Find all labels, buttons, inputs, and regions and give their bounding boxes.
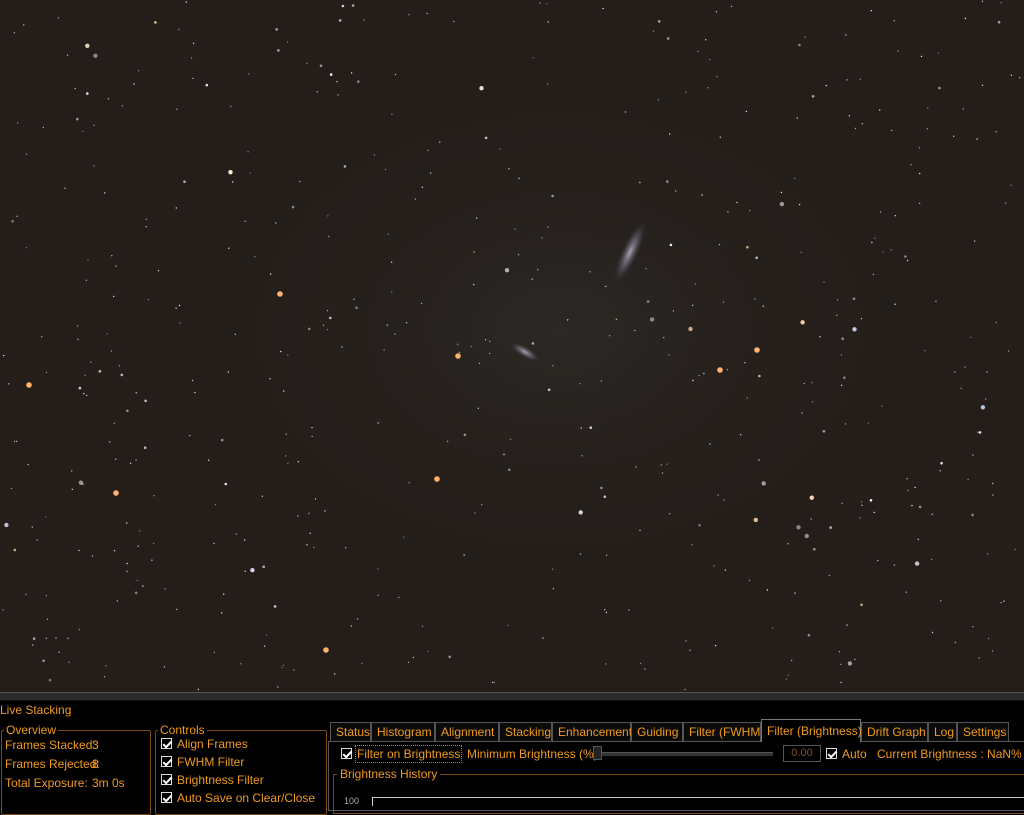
tab-log[interactable]: Log	[928, 722, 957, 741]
filter-on-brightness-label: Filter on Brightness	[354, 745, 463, 763]
brightness-history-plot	[372, 797, 1024, 806]
brightness-filter-checkbox[interactable]: Brightness Filter	[161, 773, 264, 787]
tab-drift-graph[interactable]: Drift Graph	[861, 722, 928, 741]
auto-label: Auto	[842, 747, 867, 761]
checkbox-check-icon[interactable]	[341, 748, 352, 760]
frames-stacked-value: 3	[92, 738, 99, 752]
align-frames-checkbox[interactable]: Align Frames	[161, 737, 248, 751]
controls-legend: Controls	[160, 723, 205, 737]
tab-filter-fwhm[interactable]: Filter (FWHM)	[683, 722, 764, 741]
auto-checkbox[interactable]: Auto	[826, 747, 867, 761]
live-stacking-panel: Live Stacking Overview Frames Stacked: 3…	[0, 701, 1024, 815]
tab-enhancement[interactable]: Enhancement	[552, 722, 632, 741]
history-axis-tick: 100	[344, 796, 360, 806]
panel-title: Live Stacking	[0, 703, 72, 717]
fwhm-filter-label: FWHM Filter	[177, 755, 245, 769]
total-exposure-value: 3m 0s	[92, 776, 125, 790]
tab-status[interactable]: Status	[330, 722, 371, 741]
tab-histogram[interactable]: Histogram	[371, 722, 435, 741]
tab-settings[interactable]: Settings	[957, 722, 1009, 741]
brightness-history-legend: Brightness History	[337, 767, 441, 781]
min-brightness-input[interactable]: 0.00	[783, 745, 821, 762]
checkbox-check-icon[interactable]	[161, 756, 172, 768]
checkbox-check-icon[interactable]	[826, 748, 837, 760]
checkbox-check-icon[interactable]	[161, 792, 172, 804]
auto-save-checkbox[interactable]: Auto Save on Clear/Close	[161, 791, 315, 805]
splitter-handle[interactable]	[0, 692, 1024, 701]
stacked-image-view[interactable]	[0, 0, 1024, 692]
frames-rejected-label: Frames Rejected:	[5, 757, 100, 771]
frames-rejected-value: 8	[92, 757, 99, 771]
auto-save-label: Auto Save on Clear/Close	[177, 791, 316, 805]
filter-on-brightness-checkbox[interactable]: Filter on Brightness	[341, 745, 463, 763]
min-brightness-slider[interactable]	[595, 752, 773, 756]
slider-thumb[interactable]	[593, 746, 602, 760]
current-brightness-readout: Current Brightness : NaN% of	[877, 747, 1024, 761]
checkbox-check-icon[interactable]	[161, 774, 172, 786]
frames-stacked-label: Frames Stacked:	[5, 738, 96, 752]
total-exposure-label: Total Exposure:	[5, 776, 88, 790]
brightness-filter-label: Brightness Filter	[177, 773, 264, 787]
fwhm-filter-checkbox[interactable]: FWHM Filter	[161, 755, 244, 769]
min-brightness-label: Minimum Brightness (%)	[467, 747, 598, 761]
tab-filter-brightness[interactable]: Filter (Brightness)	[761, 719, 862, 742]
tab-guiding[interactable]: Guiding	[631, 722, 683, 741]
checkbox-check-icon[interactable]	[161, 738, 172, 750]
overview-legend: Overview	[6, 723, 57, 737]
tab-stacking[interactable]: Stacking	[499, 722, 552, 741]
tab-alignment[interactable]: Alignment	[435, 722, 499, 741]
align-frames-label: Align Frames	[177, 737, 248, 751]
starfield-image	[2, 0, 1021, 691]
